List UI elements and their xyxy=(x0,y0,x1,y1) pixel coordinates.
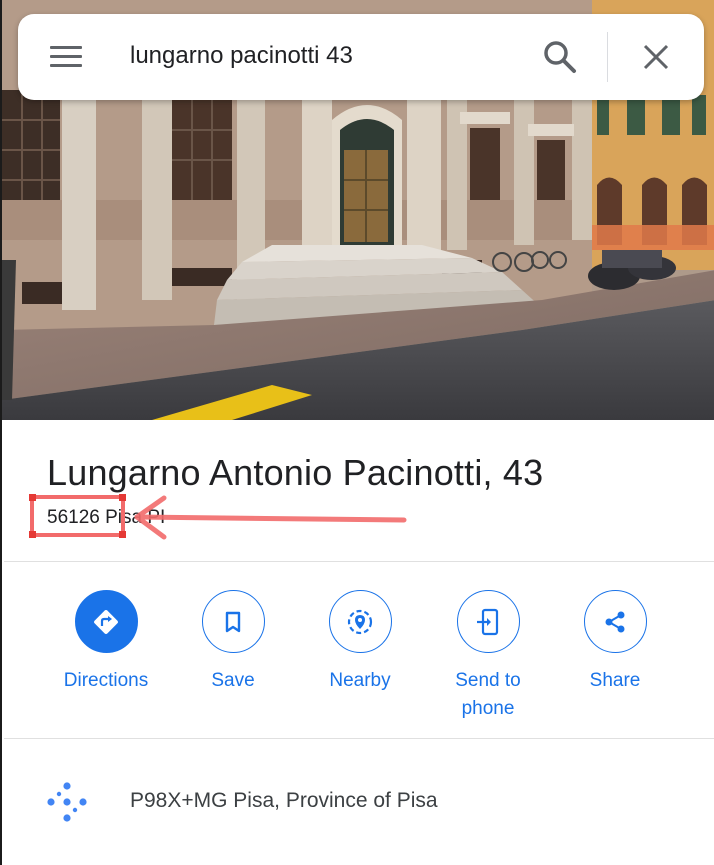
place-panel: lungarno pacinotti 43 Lungarno Antonio P… xyxy=(0,0,714,865)
postal-code: 56126 xyxy=(47,507,100,528)
save-label: Save xyxy=(211,670,255,691)
search-icon[interactable] xyxy=(542,39,578,75)
directions-label: Directions xyxy=(63,670,149,691)
search-bar: lungarno pacinotti 43 xyxy=(18,14,704,100)
search-divider xyxy=(607,32,608,82)
hamburger-menu-icon[interactable] xyxy=(50,44,84,70)
save-button[interactable]: Save xyxy=(173,590,293,695)
locality: Pisa PI xyxy=(99,507,166,528)
share-icon xyxy=(583,590,647,653)
place-address: 56126 Pisa PI xyxy=(47,507,165,529)
plus-code-row[interactable]: P98X+MG Pisa, Province of Pisa xyxy=(2,770,714,834)
nearby-button[interactable]: Nearby xyxy=(300,590,420,695)
nearby-icon xyxy=(328,590,392,653)
place-title: Lungarno Antonio Pacinotti, 43 xyxy=(47,452,544,493)
plus-code-icon xyxy=(42,780,92,824)
send-to-phone-label: Send to phone xyxy=(455,670,521,719)
search-input[interactable]: lungarno pacinotti 43 xyxy=(130,42,353,70)
annotation-arrow xyxy=(134,495,407,540)
action-bar: Directions Save Nearby Send to phone Sha… xyxy=(2,590,714,730)
close-icon[interactable] xyxy=(640,41,672,73)
directions-button[interactable]: Directions xyxy=(46,590,166,695)
divider xyxy=(4,561,714,562)
plus-code-text: P98X+MG Pisa, Province of Pisa xyxy=(130,789,438,812)
send-to-phone-icon xyxy=(456,590,520,653)
bookmark-icon xyxy=(201,590,265,653)
share-button[interactable]: Share xyxy=(555,590,675,695)
divider xyxy=(4,738,714,739)
nearby-label: Nearby xyxy=(329,670,391,691)
send-to-phone-button[interactable]: Send to phone xyxy=(428,590,548,723)
directions-icon xyxy=(74,590,138,653)
share-label: Share xyxy=(589,670,641,691)
